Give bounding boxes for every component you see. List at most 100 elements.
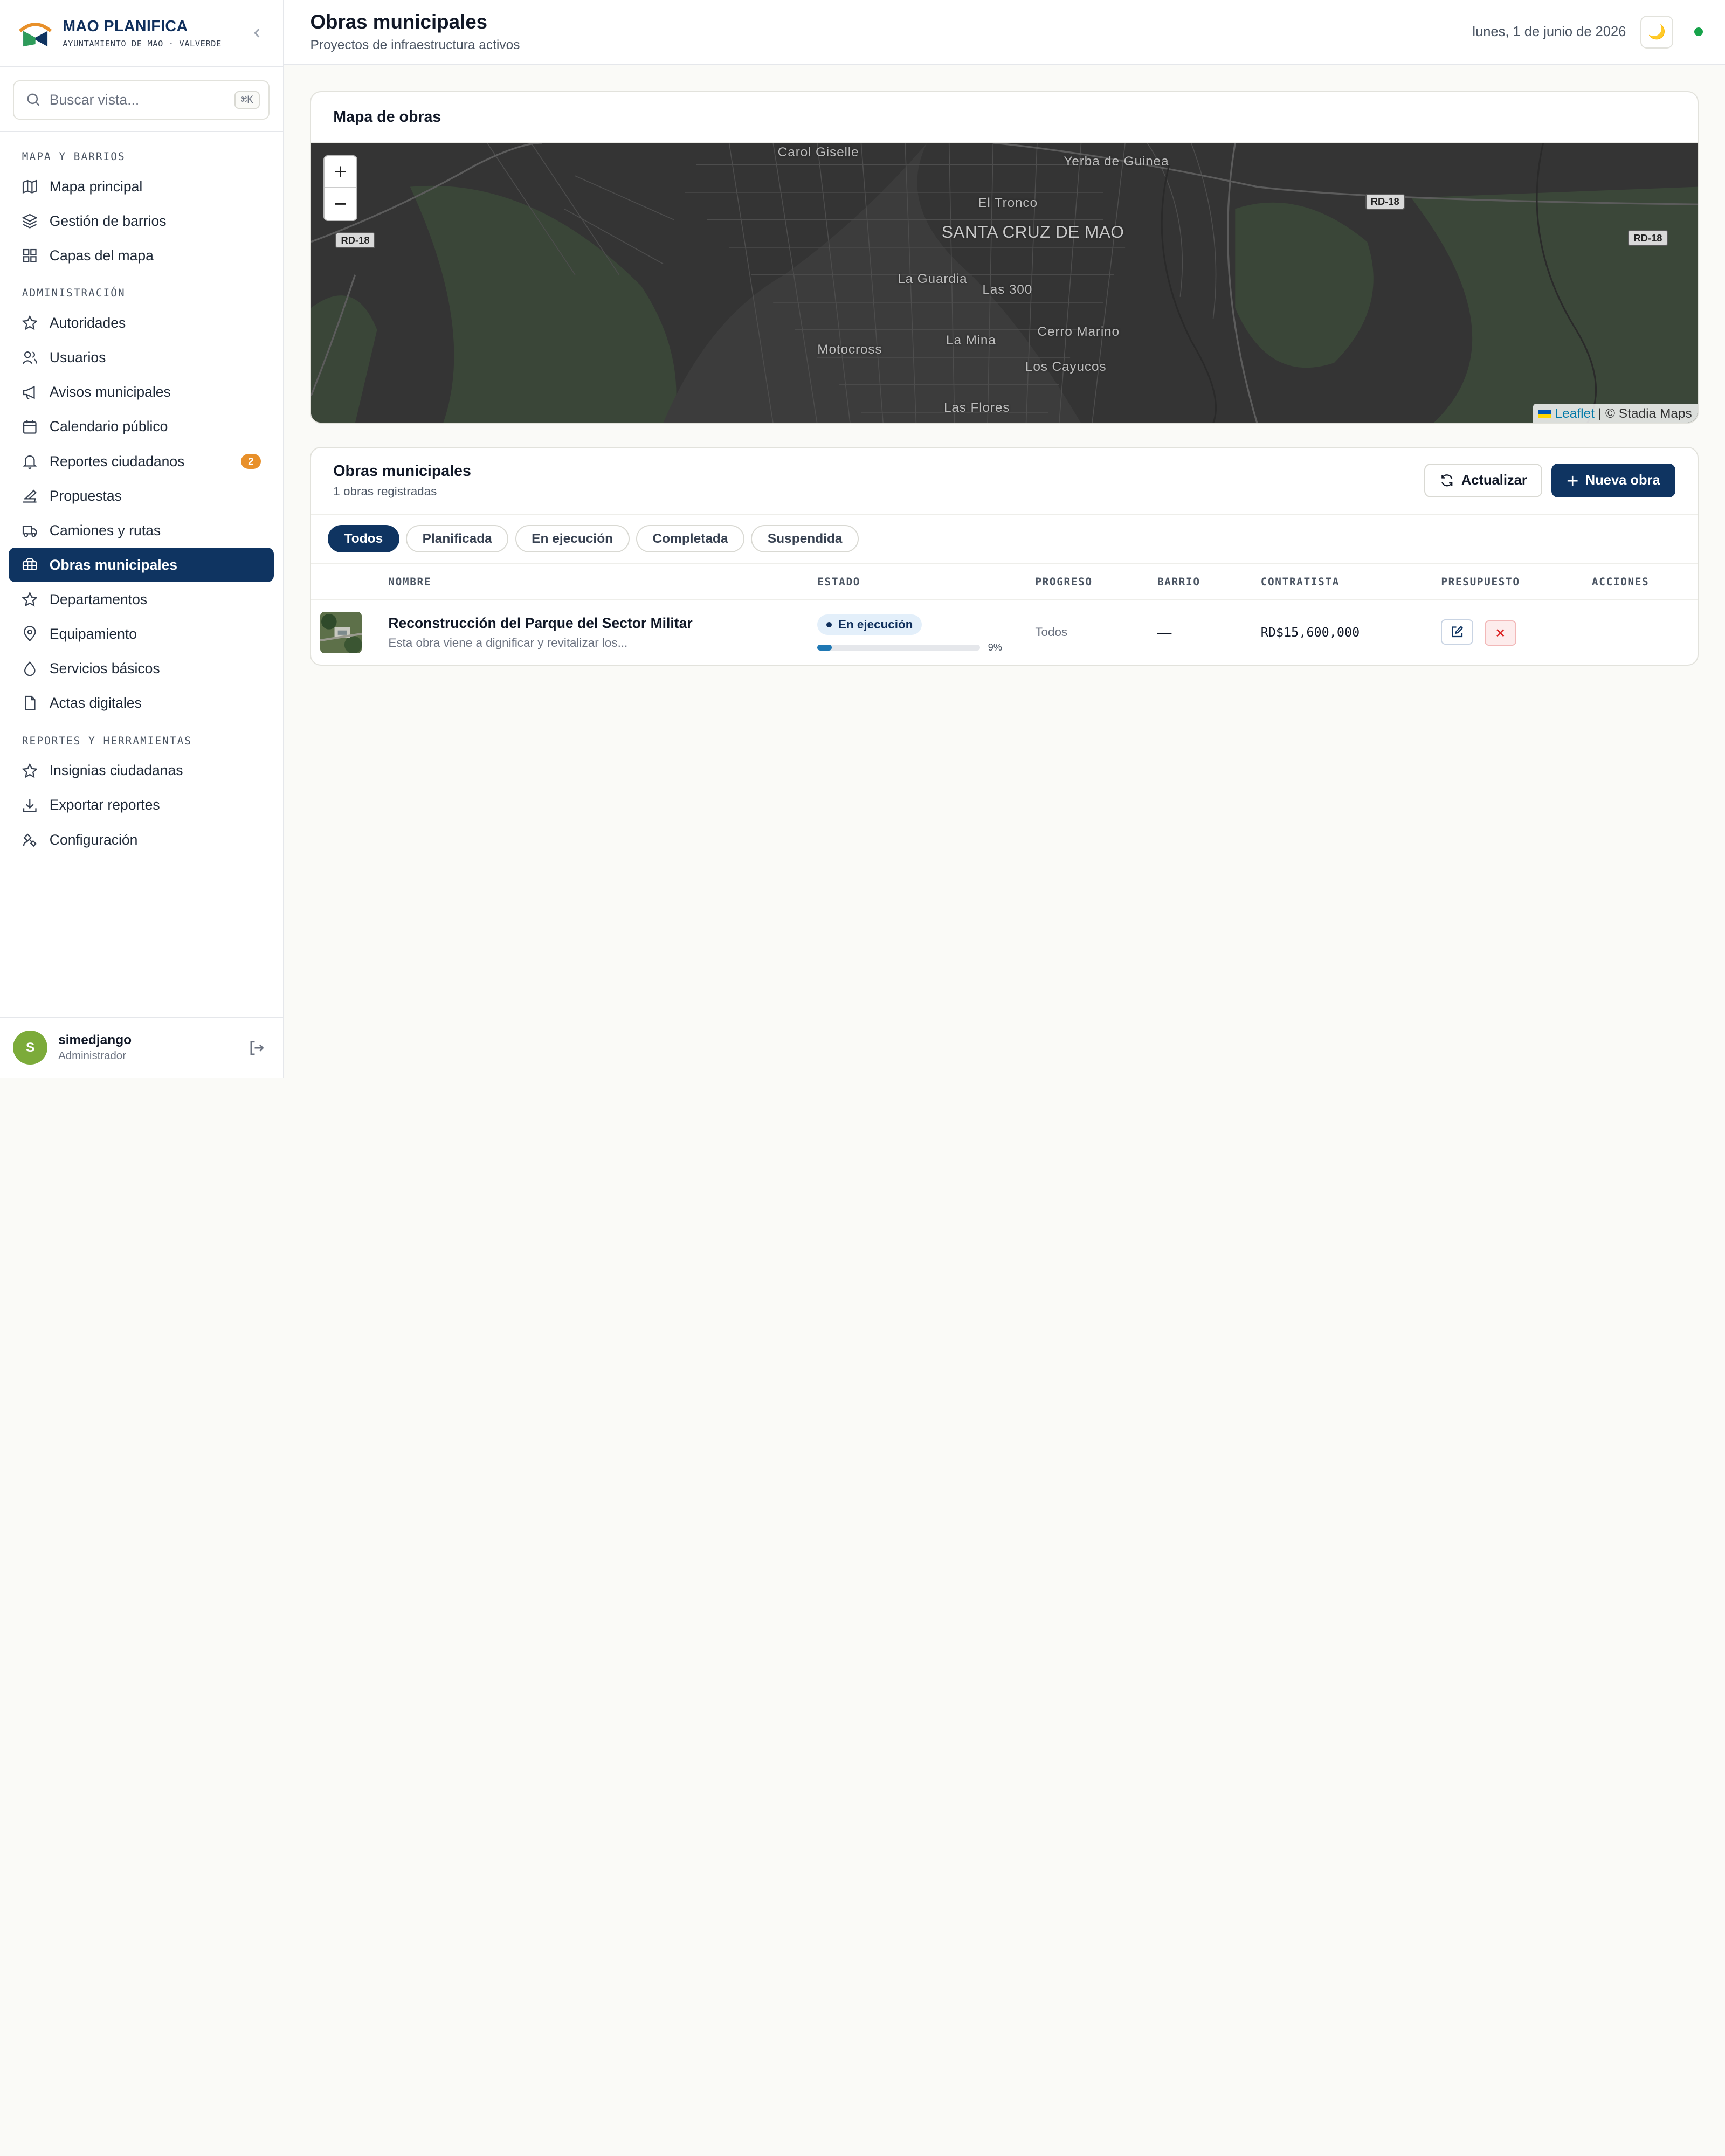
sidebar-item-label: Obras municipales xyxy=(49,556,178,573)
sidebar-item-actas-digitales[interactable]: Actas digitales xyxy=(9,686,274,721)
sidebar-section-title: REPORTES Y HERRAMIENTAS xyxy=(22,734,192,747)
map-pin-icon xyxy=(22,626,38,642)
search-shortcut: ⌘K xyxy=(234,91,260,109)
sidebar-item-configuracion[interactable]: Configuración xyxy=(9,823,274,857)
search-input[interactable] xyxy=(49,92,235,109)
sidebar-item-label: Gestión de barrios xyxy=(49,212,167,229)
progress-percent: 9% xyxy=(988,641,1003,653)
map-card: Mapa de obras + − Carol Giselle Yerba de… xyxy=(310,91,1699,424)
sidebar-item-autoridades[interactable]: Autoridades xyxy=(9,306,274,341)
obra-name[interactable]: Reconstrucción del Parque del Sector Mil… xyxy=(388,615,692,632)
filter-chip-todos[interactable]: Todos xyxy=(328,525,399,553)
sidebar-item-label: Mapa principal xyxy=(49,178,143,195)
file-icon xyxy=(22,695,38,711)
content: Mapa de obras + − Carol Giselle Yerba de… xyxy=(284,65,1725,666)
col-estado[interactable]: ESTADO xyxy=(817,576,860,588)
droplet-icon xyxy=(22,661,38,676)
col-barrio[interactable]: BARRIO xyxy=(1157,576,1200,588)
online-status-dot xyxy=(1694,27,1703,37)
brand-text: MAO PLANIFICA AYUNTAMIENTO DE MAO · VALV… xyxy=(63,18,247,49)
edit-button[interactable] xyxy=(1441,619,1473,645)
moon-icon: 🌙 xyxy=(1647,23,1666,40)
sidebar-item-label: Propuestas xyxy=(49,487,122,504)
refresh-label: Actualizar xyxy=(1461,473,1527,488)
sidebar-item-mapa-principal[interactable]: Mapa principal xyxy=(9,169,274,204)
sidebar-item-reportes-ciudadanos[interactable]: Reportes ciudadanos 2 xyxy=(9,444,274,479)
sidebar-item-calendario-publico[interactable]: Calendario público xyxy=(9,410,274,444)
delete-button[interactable] xyxy=(1484,620,1517,646)
sidebar-item-label: Autoridades xyxy=(49,315,126,331)
obras-heading: Obras municipales 1 obras registradas xyxy=(333,462,1424,499)
search-wrapper: ⌘K xyxy=(0,67,283,132)
sidebar-item-insignias-ciudadanas[interactable]: Insignias ciudadanas xyxy=(9,754,274,788)
obra-name-cell: Reconstrucción del Parque del Sector Mil… xyxy=(388,615,692,650)
sidebar-item-usuarios[interactable]: Usuarios xyxy=(9,341,274,375)
page-subtitle: Proyectos de infraestructura activos xyxy=(310,38,520,53)
col-contratista[interactable]: CONTRATISTA xyxy=(1261,576,1340,588)
sidebar-item-equipamiento[interactable]: Equipamiento xyxy=(9,617,274,651)
sidebar-item-label: Capas del mapa xyxy=(49,247,154,264)
new-obra-button[interactable]: Nueva obra xyxy=(1551,464,1676,498)
filter-chip-en-ejecucion[interactable]: En ejecución xyxy=(515,525,630,553)
col-progreso[interactable]: PROGRESO xyxy=(1035,576,1092,588)
bell-icon xyxy=(22,454,38,469)
obra-barrio: — xyxy=(1157,624,1172,640)
user-info: simedjango Administrador xyxy=(58,1033,249,1062)
col-acciones: ACCIONES xyxy=(1591,576,1650,589)
sidebar-item-camiones-y-rutas[interactable]: Camiones y rutas xyxy=(9,513,274,548)
sidebar-section-title: MAPA Y BARRIOS xyxy=(22,150,126,163)
sidebar: MAO PLANIFICA AYUNTAMIENTO DE MAO · VALV… xyxy=(0,0,284,1078)
sidebar-item-obras-municipales[interactable]: Obras municipales xyxy=(9,548,274,583)
refresh-button[interactable]: Actualizar xyxy=(1424,464,1543,498)
star-icon xyxy=(22,763,38,779)
map-label-tronco: El Tronco xyxy=(978,196,1038,211)
col-presupuesto[interactable]: PRESUPUESTO xyxy=(1441,576,1520,588)
main-area: Obras municipales Proyectos de infraestr… xyxy=(284,0,1725,1078)
table-row[interactable]: Reconstrucción del Parque del Sector Mil… xyxy=(311,600,1698,664)
map-label-flores: Las Flores xyxy=(943,400,1010,415)
page-title: Obras municipales xyxy=(310,11,488,33)
map-card-header: Mapa de obras xyxy=(311,92,1698,143)
avatar[interactable]: S xyxy=(13,1031,47,1065)
zoom-out-button[interactable]: − xyxy=(325,188,356,220)
sidebar-item-servicios-basicos[interactable]: Servicios básicos xyxy=(9,651,274,686)
sidebar-item-gestion-de-barrios[interactable]: Gestión de barrios xyxy=(9,204,274,238)
map-label-cerro: Cerro Marino xyxy=(1037,324,1120,339)
sidebar-item-departamentos[interactable]: Departamentos xyxy=(9,582,274,617)
filter-chip-completada[interactable]: Completada xyxy=(636,525,745,553)
map-card-title: Mapa de obras xyxy=(333,108,441,126)
collapse-sidebar-button[interactable] xyxy=(247,23,267,43)
leaflet-link[interactable]: Leaflet xyxy=(1555,406,1595,421)
star-icon xyxy=(22,315,38,331)
sidebar-item-exportar-reportes[interactable]: Exportar reportes xyxy=(9,788,274,823)
map-icon xyxy=(22,179,38,195)
chevron-left-icon xyxy=(254,29,260,38)
status-dot xyxy=(826,622,832,628)
sidebar-item-label: Insignias ciudadanas xyxy=(49,762,183,779)
user-name: simedjango xyxy=(58,1033,132,1048)
obras-title: Obras municipales xyxy=(333,462,471,480)
layers-icon xyxy=(22,213,38,229)
sidebar-item-label: Avisos municipales xyxy=(49,384,171,400)
logout-icon[interactable] xyxy=(249,1040,265,1056)
sidebar-item-capas-del-mapa[interactable]: Capas del mapa xyxy=(9,238,274,273)
obras-card: Obras municipales 1 obras registradas Ac… xyxy=(310,446,1699,666)
truck-icon xyxy=(22,523,38,538)
status-label: En ejecución xyxy=(838,618,913,632)
map-view[interactable]: + − Carol Giselle Yerba de Guinea El Tro… xyxy=(311,143,1698,423)
sidebar-item-avisos-municipales[interactable]: Avisos municipales xyxy=(9,375,274,410)
brand-header: MAO PLANIFICA AYUNTAMIENTO DE MAO · VALV… xyxy=(0,0,283,67)
users-icon xyxy=(22,350,38,365)
col-nombre[interactable]: NOMBRE xyxy=(388,576,431,588)
filter-chip-planificada[interactable]: Planificada xyxy=(406,525,509,553)
attribution-text: | © Stadia Maps xyxy=(1595,406,1692,421)
sidebar-item-label: Reportes ciudadanos xyxy=(49,453,185,469)
road-shield: RD-18 xyxy=(335,232,375,248)
sidebar-item-label: Departamentos xyxy=(49,591,148,607)
obra-status-cell: En ejecución 9% xyxy=(817,611,1002,653)
theme-toggle-button[interactable]: 🌙 xyxy=(1640,15,1674,49)
table-header: NOMBRE ESTADO PROGRESO BARRIO CONTRATIST… xyxy=(311,564,1698,601)
sidebar-item-propuestas[interactable]: Propuestas xyxy=(9,479,274,513)
filter-chip-suspendida[interactable]: Suspendida xyxy=(751,525,859,553)
zoom-in-button[interactable]: + xyxy=(324,156,357,188)
